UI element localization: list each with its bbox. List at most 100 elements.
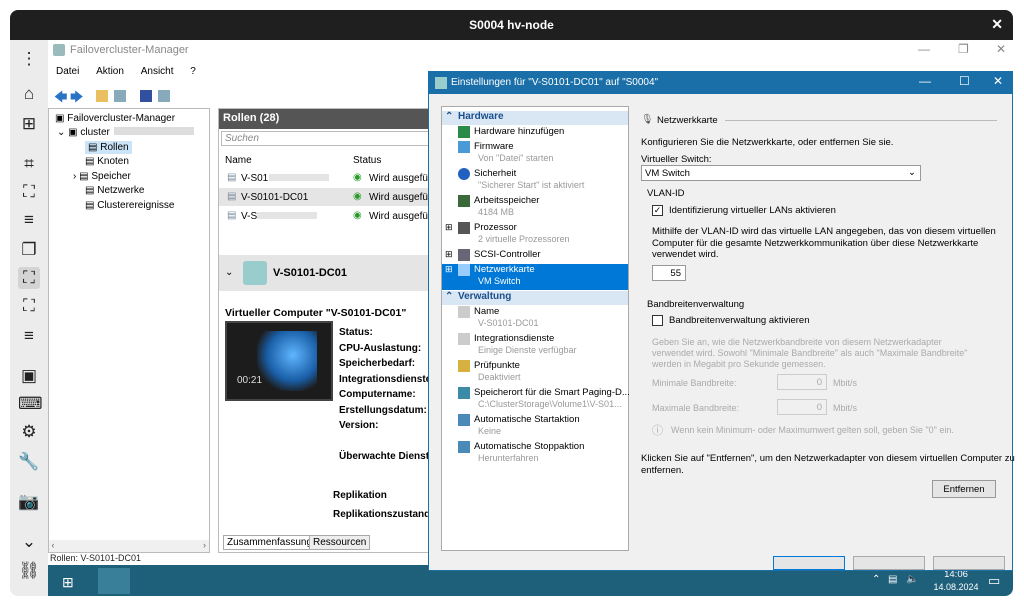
tree-speicher[interactable]: › ▤ Speicher <box>73 171 131 182</box>
close-icon[interactable]: ✕ <box>996 42 1006 56</box>
network-icon[interactable]: ▤ <box>888 574 897 585</box>
close-icon[interactable]: ✕ <box>991 16 1003 33</box>
table-row[interactable]: ▤ V-S ◉ Wird ausgeführt <box>219 207 447 225</box>
minimize-icon[interactable]: — <box>919 74 931 88</box>
forward-icon[interactable]: 🡆 <box>70 88 83 110</box>
status-bar: Rollen: V-S0101-DC01 <box>50 553 142 563</box>
min-bw-label: Minimale Bandbreite: <box>652 378 737 388</box>
settings-pane: 🎙 Netzwerkkarte Konfigurieren Sie die Ne… <box>635 106 1015 551</box>
table-row[interactable]: ▤ V-S01 ◉ Wird ausgeführt <box>219 169 447 187</box>
ok-button[interactable] <box>773 556 845 570</box>
vm-thumbnail[interactable]: 00:21 <box>225 321 333 401</box>
tree-clusterereignisse[interactable]: ▤ Clusterereignisse <box>85 200 175 211</box>
max-bw-unit: Mbit/s <box>833 403 858 413</box>
nav-scsi[interactable]: ⊞ SCSI-Controller <box>442 249 628 263</box>
nav-name[interactable]: Name V-S0101-DC01 <box>442 306 628 332</box>
cancel-button[interactable] <box>853 556 925 570</box>
col-status[interactable]: Status <box>353 155 381 166</box>
remove-button[interactable]: Entfernen <box>932 480 996 498</box>
chevron-down-icon[interactable]: ⌄ <box>18 531 40 553</box>
menu-icon[interactable]: ≡ <box>18 209 40 231</box>
search-input[interactable]: Suchen <box>221 131 445 146</box>
nav-integrationsdienste[interactable]: Integrationsdienste Einige Dienste verfüg… <box>442 333 628 359</box>
switch-select[interactable]: VM Switch ⌄ <box>641 165 921 181</box>
roles-panel: Rollen (28) Suchen Name Status ▤ V-S01 ◉ W… <box>218 108 449 553</box>
section-verwaltung[interactable]: ⌃ Verwaltung <box>442 291 628 305</box>
clock-date[interactable]: 14.08.2024 <box>928 582 984 592</box>
tree-root[interactable]: ▣ Failovercluster-Manager <box>55 113 175 124</box>
tree-rollen[interactable]: ▤ Rollen <box>85 141 132 154</box>
tray-chevron-icon[interactable]: ⌃ <box>872 574 880 585</box>
more-vert-icon[interactable]: ⋮ <box>18 48 40 70</box>
home-icon[interactable]: ⌂ <box>18 83 40 105</box>
remove-help: Klicken Sie auf "Entfernen", um den Netz… <box>641 453 1015 476</box>
tree-netzwerke[interactable]: ▤ Netzwerke <box>85 185 144 196</box>
wrench-icon[interactable]: 🔧 <box>18 451 40 473</box>
fullscreen-icon[interactable]: ⛶ <box>18 181 40 203</box>
nav-prozessor[interactable]: ⊞ Prozessor 2 virtuelle Prozessoren <box>442 222 628 248</box>
min-bw-input[interactable]: 0 <box>777 374 827 390</box>
detail-props: Status: CPU-Auslastung: Speicherbedarf: Int… <box>333 327 438 520</box>
windows-start-icon[interactable]: ⊞ <box>62 574 74 591</box>
tree-scrollbar[interactable]: ‹ › <box>49 540 209 552</box>
folder-icon[interactable] <box>96 90 108 102</box>
focus-icon[interactable]: ⌗ <box>18 153 40 175</box>
close-icon[interactable]: ✕ <box>993 74 1003 88</box>
roles-header: Rollen (28) <box>219 109 449 129</box>
nav-arbeitsspeicher[interactable]: Arbeitsspeicher 4184 MB <box>442 195 628 221</box>
table-row[interactable]: ▤ V-S0101-DC01 ◉ Wird ausgeführt <box>219 188 447 206</box>
nav-sicherheit[interactable]: Sicherheit "Sicherer Start" ist aktiviert <box>442 168 628 194</box>
volume-icon[interactable]: 🔈 <box>906 574 918 585</box>
panel-icon[interactable] <box>158 90 170 102</box>
maximize-icon[interactable]: ☐ <box>959 74 970 88</box>
vm-icon <box>435 77 447 89</box>
screen-select-icon[interactable]: ⛶ <box>18 267 40 289</box>
tree-cluster[interactable]: ⌄ ▣ cluster <box>57 127 194 138</box>
vlan-checkbox[interactable]: ✓ <box>652 205 663 216</box>
max-bw-input[interactable]: 0 <box>777 399 827 415</box>
menu-help[interactable]: ? <box>190 66 196 77</box>
settings-icon[interactable]: ⚙ <box>18 421 40 443</box>
fcm-taskbar-icon[interactable] <box>98 568 130 594</box>
collapse-icon[interactable]: ⌄ <box>225 267 233 278</box>
menu-ansicht[interactable]: Ansicht <box>141 66 174 77</box>
maximize-icon[interactable]: ❐ <box>958 42 969 56</box>
menu-icon[interactable]: ≡ <box>18 325 40 347</box>
vlan-id-input[interactable]: 55 <box>652 265 686 281</box>
nav-stoppaktion[interactable]: Automatische Stoppaktion Herunterfahren <box>442 441 628 467</box>
windows-icon[interactable]: ❐ <box>18 239 40 261</box>
camera-icon[interactable]: 📷 <box>18 491 40 513</box>
bw-help: Geben Sie an, wie die Netzwerkbandbreite… <box>652 337 968 369</box>
vm-icon <box>243 261 267 285</box>
nav-smart-paging[interactable]: Speicherort für die Smart Paging-D... C:\… <box>442 387 630 413</box>
new-window-icon[interactable]: ⊞ <box>18 113 40 135</box>
nav-hardware-add[interactable]: Hardware hinzufügen <box>442 126 628 140</box>
disconnect-icon[interactable]: ⛓ <box>18 560 40 582</box>
tab-zusammenfassung[interactable]: Zusammenfassung <box>223 535 317 550</box>
bw-checkbox[interactable] <box>652 315 663 326</box>
tab-ressourcen[interactable]: Ressourcen <box>309 535 371 550</box>
fcm-titlebar: Failovercluster-Manager — ❐ ✕ <box>48 40 1013 66</box>
col-name[interactable]: Name <box>225 155 252 166</box>
nav-firmware[interactable]: Firmware Von "Datei" starten <box>442 141 628 167</box>
menu-datei[interactable]: Datei <box>56 66 79 77</box>
group-title: Netzwerkkarte <box>657 115 718 126</box>
minimize-icon[interactable]: — <box>918 42 930 56</box>
view-icon[interactable] <box>114 90 126 102</box>
back-icon[interactable]: 🡄 <box>54 88 67 110</box>
nav-netzwerkkarte[interactable]: ⊞ Netzwerkkarte VM Switch <box>442 264 628 290</box>
help-icon[interactable] <box>140 90 152 102</box>
info-icon: ⓘ <box>652 425 663 437</box>
menu-bar: Datei Aktion Ansicht ? <box>48 66 468 84</box>
nav-startaktion[interactable]: Automatische Startaktion Keine <box>442 414 628 440</box>
menu-aktion[interactable]: Aktion <box>96 66 124 77</box>
dialog-titlebar: Einstellungen für "V-S0101-DC01" auf "S0… <box>429 72 1012 94</box>
tree-knoten[interactable]: ▤ Knoten <box>85 156 129 167</box>
section-hardware[interactable]: ⌃ Hardware <box>442 111 628 125</box>
app-icon[interactable]: ▣ <box>18 365 40 387</box>
apply-button[interactable] <box>933 556 1005 570</box>
keyboard-icon[interactable]: ⌨ <box>18 393 43 415</box>
notification-icon[interactable]: ▭ <box>988 573 1000 589</box>
fit-screen-icon[interactable]: ⛶ <box>18 295 40 317</box>
nav-pruefpunkte[interactable]: Prüfpunkte Deaktiviert <box>442 360 628 386</box>
